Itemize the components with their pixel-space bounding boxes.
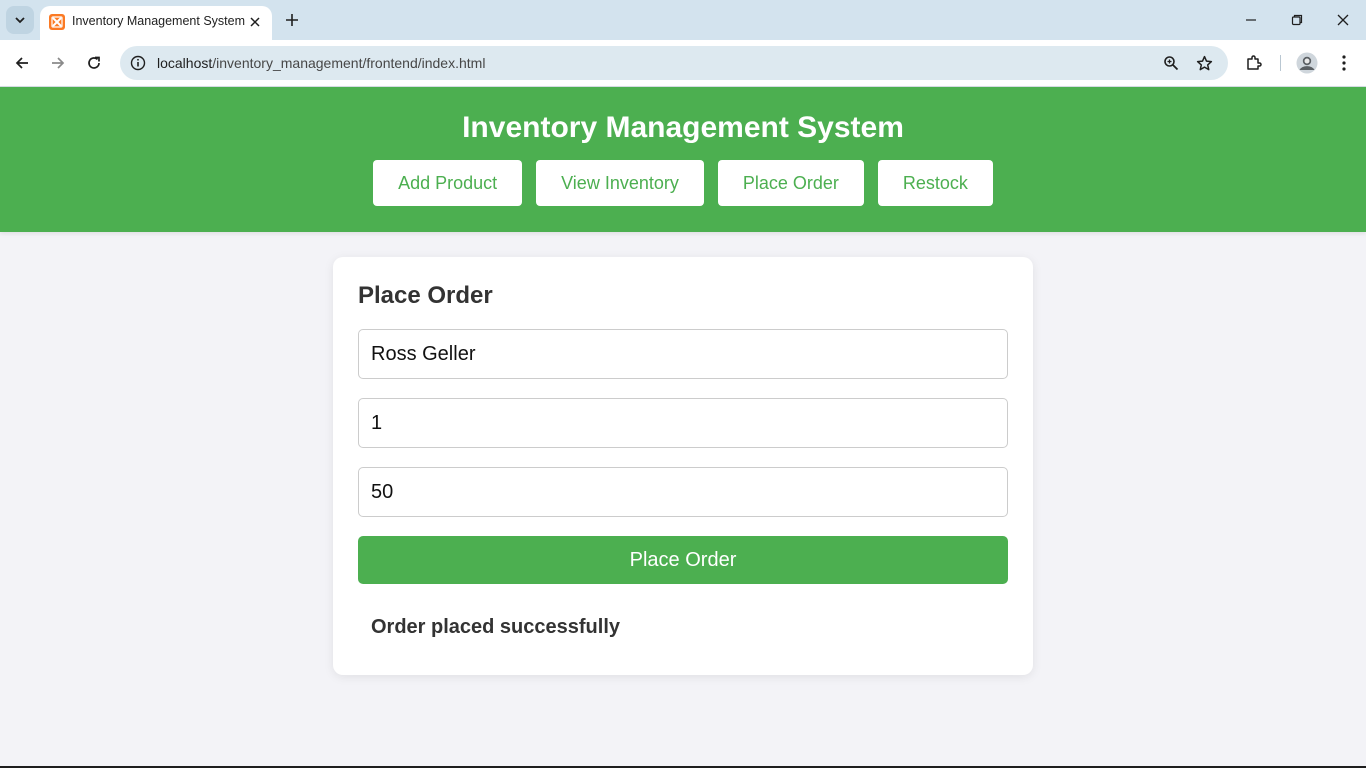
browser-tabstrip: Inventory Management System xyxy=(0,0,1366,40)
site-info-button[interactable] xyxy=(128,53,148,73)
order-status-message: Order placed successfully xyxy=(371,616,621,638)
browser-toolbar: localhost/inventory_management/frontend/… xyxy=(0,40,1366,87)
minimize-button[interactable] xyxy=(1228,0,1274,40)
customer-name-input[interactable] xyxy=(358,329,1008,379)
kebab-menu-icon xyxy=(1342,55,1346,71)
site-info-icon xyxy=(130,55,146,71)
zoom-button[interactable] xyxy=(1161,53,1181,73)
star-icon xyxy=(1196,55,1212,70)
browser-tab-active[interactable]: Inventory Management System xyxy=(40,6,272,40)
app-header: Inventory Management System Add Product … xyxy=(0,87,1366,232)
place-order-heading: Place Order xyxy=(358,282,493,309)
minimize-icon xyxy=(1246,19,1256,21)
extensions-button[interactable] xyxy=(1242,51,1266,75)
url-path: /inventory_management/frontend/index.htm… xyxy=(212,55,486,71)
tab-search-button[interactable] xyxy=(6,6,34,34)
place-order-submit-button[interactable]: Place Order xyxy=(358,536,1008,584)
restore-button[interactable] xyxy=(1274,0,1320,40)
main-nav: Add Product View Inventory Place Order R… xyxy=(0,160,1366,206)
profile-avatar-icon xyxy=(1296,52,1318,74)
profile-button[interactable] xyxy=(1295,51,1319,75)
chevron-down-icon xyxy=(15,17,25,24)
tab-close-button[interactable] xyxy=(246,13,264,31)
bookmark-button[interactable] xyxy=(1194,53,1214,73)
restore-icon xyxy=(1291,14,1303,26)
zoom-icon xyxy=(1164,56,1179,71)
forward-button[interactable] xyxy=(43,48,73,78)
nav-restock-button[interactable]: Restock xyxy=(877,160,993,206)
address-bar[interactable]: localhost/inventory_management/frontend/… xyxy=(120,46,1228,80)
back-button[interactable] xyxy=(7,48,37,78)
quantity-input[interactable] xyxy=(358,467,1008,517)
nav-add-product-button[interactable]: Add Product xyxy=(373,160,523,206)
close-icon xyxy=(250,17,260,27)
window-close-icon xyxy=(1337,14,1349,26)
nav-place-order-button[interactable]: Place Order xyxy=(717,160,864,206)
plus-icon xyxy=(286,14,298,26)
reload-icon xyxy=(88,56,100,69)
xampp-favicon-icon xyxy=(49,14,65,30)
forward-arrow-icon xyxy=(52,57,65,69)
window-close-button[interactable] xyxy=(1320,0,1366,40)
reload-button[interactable] xyxy=(79,48,109,78)
extensions-icon xyxy=(1247,55,1262,70)
app-title: Inventory Management System xyxy=(462,111,904,144)
url-host: localhost xyxy=(157,55,213,71)
back-arrow-icon xyxy=(15,57,28,69)
browser-menu-button[interactable] xyxy=(1332,51,1356,75)
new-tab-button[interactable] xyxy=(281,9,303,31)
url-text: localhost/inventory_management/frontend/… xyxy=(157,55,485,71)
place-order-card: Place Order Place Order Order placed suc… xyxy=(333,257,1033,675)
product-id-input[interactable] xyxy=(358,398,1008,448)
nav-view-inventory-button[interactable]: View Inventory xyxy=(536,160,704,206)
tab-title: Inventory Management System xyxy=(72,14,245,28)
toolbar-separator xyxy=(1280,55,1281,71)
